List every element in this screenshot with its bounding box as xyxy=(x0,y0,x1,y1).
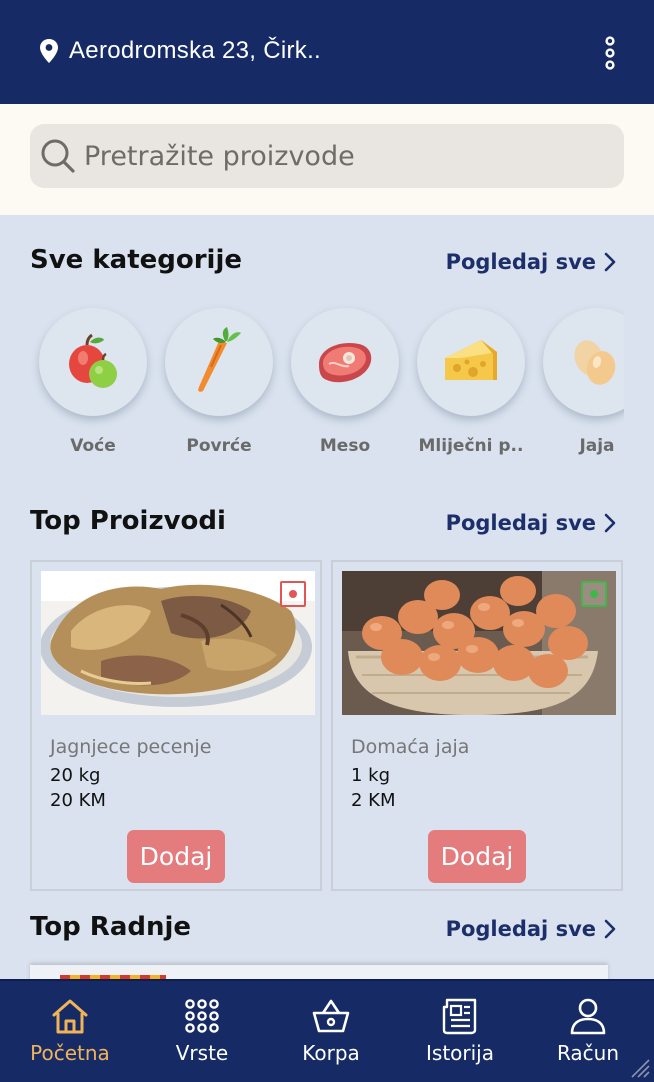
category-label: Voće xyxy=(70,436,116,456)
product-name: Jagnjece pecenje xyxy=(50,736,212,758)
categories-title: Sve kategorije xyxy=(30,245,243,275)
search-area xyxy=(0,104,654,215)
see-all-label: Pogledaj sve xyxy=(445,511,596,535)
add-to-cart-button[interactable]: Dodaj xyxy=(428,830,526,883)
product-image-roast-lamb xyxy=(41,571,315,715)
top-products-title: Top Proizvodi xyxy=(30,506,226,536)
product-price: 2 KM xyxy=(351,790,396,811)
see-all-label: Pogledaj sve xyxy=(445,250,596,274)
cheese-icon xyxy=(445,340,497,380)
category-circle xyxy=(543,308,624,416)
chevron-right-icon xyxy=(604,252,616,272)
product-quantity: 1 kg xyxy=(351,765,391,786)
product-name: Domaća jaja xyxy=(351,736,470,758)
add-to-cart-button[interactable]: Dodaj xyxy=(127,830,225,883)
product-price: 20 KM xyxy=(50,790,106,811)
nav-item-istorija[interactable]: Istorija xyxy=(395,997,525,1065)
product-quantity: 20 kg xyxy=(50,765,101,786)
newspaper-icon xyxy=(442,998,477,1035)
category-label: Mliječni p.. xyxy=(418,436,524,456)
category-circle xyxy=(165,308,273,416)
product-card-jagnjece[interactable]: Jagnjece pecenje 20 kg 20 KM Dodaj xyxy=(30,560,322,891)
category-label: Meso xyxy=(319,436,371,456)
nav-item-korpa[interactable]: Korpa xyxy=(266,997,396,1065)
meat-icon xyxy=(319,342,372,383)
search-input[interactable] xyxy=(84,132,604,180)
see-all-label: Pogledaj sve xyxy=(445,917,596,941)
product-card-domaca-jaja[interactable]: Domaća jaja 1 kg 2 KM Dodaj xyxy=(331,560,623,891)
bottom-navigation: Početna Vrste Korpa Istorija Račun xyxy=(0,979,654,1082)
veg-badge-icon xyxy=(581,581,607,607)
apple-icon xyxy=(69,333,117,388)
grid-dots-icon xyxy=(185,999,219,1033)
chevron-right-icon xyxy=(604,513,616,533)
category-label: Jaja xyxy=(579,436,615,456)
user-icon xyxy=(570,998,606,1035)
category-circle xyxy=(291,308,399,416)
non-veg-badge-icon xyxy=(280,581,306,607)
nav-item-racun[interactable]: Račun xyxy=(523,997,653,1065)
resize-grip-icon[interactable] xyxy=(628,1056,650,1078)
category-carousel[interactable]: Voće Povrće Meso Mliječni p.. Jaja xyxy=(30,300,624,470)
carrot-icon xyxy=(198,327,241,392)
category-label: Povrće xyxy=(186,436,252,456)
search-icon xyxy=(41,139,75,173)
categories-see-all-link[interactable]: Pogledaj sve xyxy=(446,250,616,274)
nav-item-vrste[interactable]: Vrste xyxy=(137,997,267,1065)
kebab-menu-icon[interactable] xyxy=(598,36,622,70)
delivery-address[interactable]: Aerodromska 23, Čirk.. xyxy=(69,37,321,65)
basket-icon xyxy=(312,999,350,1033)
top-products-see-all-link[interactable]: Pogledaj sve xyxy=(446,511,616,535)
category-item-meso[interactable]: Meso xyxy=(282,300,408,456)
home-icon xyxy=(52,999,88,1034)
category-circle xyxy=(417,308,525,416)
product-image-eggs-basket xyxy=(342,571,616,715)
nav-item-pocetna[interactable]: Početna xyxy=(5,997,135,1065)
nav-label: Vrste xyxy=(175,1041,229,1065)
top-bar: Aerodromska 23, Čirk.. xyxy=(0,0,654,104)
location-pin-icon xyxy=(40,39,58,63)
top-shops-title: Top Radnje xyxy=(30,912,192,942)
eggs-icon xyxy=(574,340,616,385)
search-box[interactable] xyxy=(30,124,624,188)
nav-label: Početna xyxy=(30,1041,110,1065)
nav-label: Korpa xyxy=(302,1041,360,1065)
category-item-voce[interactable]: Voće xyxy=(30,300,156,456)
category-circle xyxy=(39,308,147,416)
chevron-right-icon xyxy=(604,919,616,939)
nav-label: Istorija xyxy=(426,1041,494,1065)
category-item-povrce[interactable]: Povrće xyxy=(156,300,282,456)
category-item-jaja[interactable]: Jaja xyxy=(534,300,624,456)
top-shops-see-all-link[interactable]: Pogledaj sve xyxy=(446,917,616,941)
category-item-mlijecni[interactable]: Mliječni p.. xyxy=(408,300,534,456)
